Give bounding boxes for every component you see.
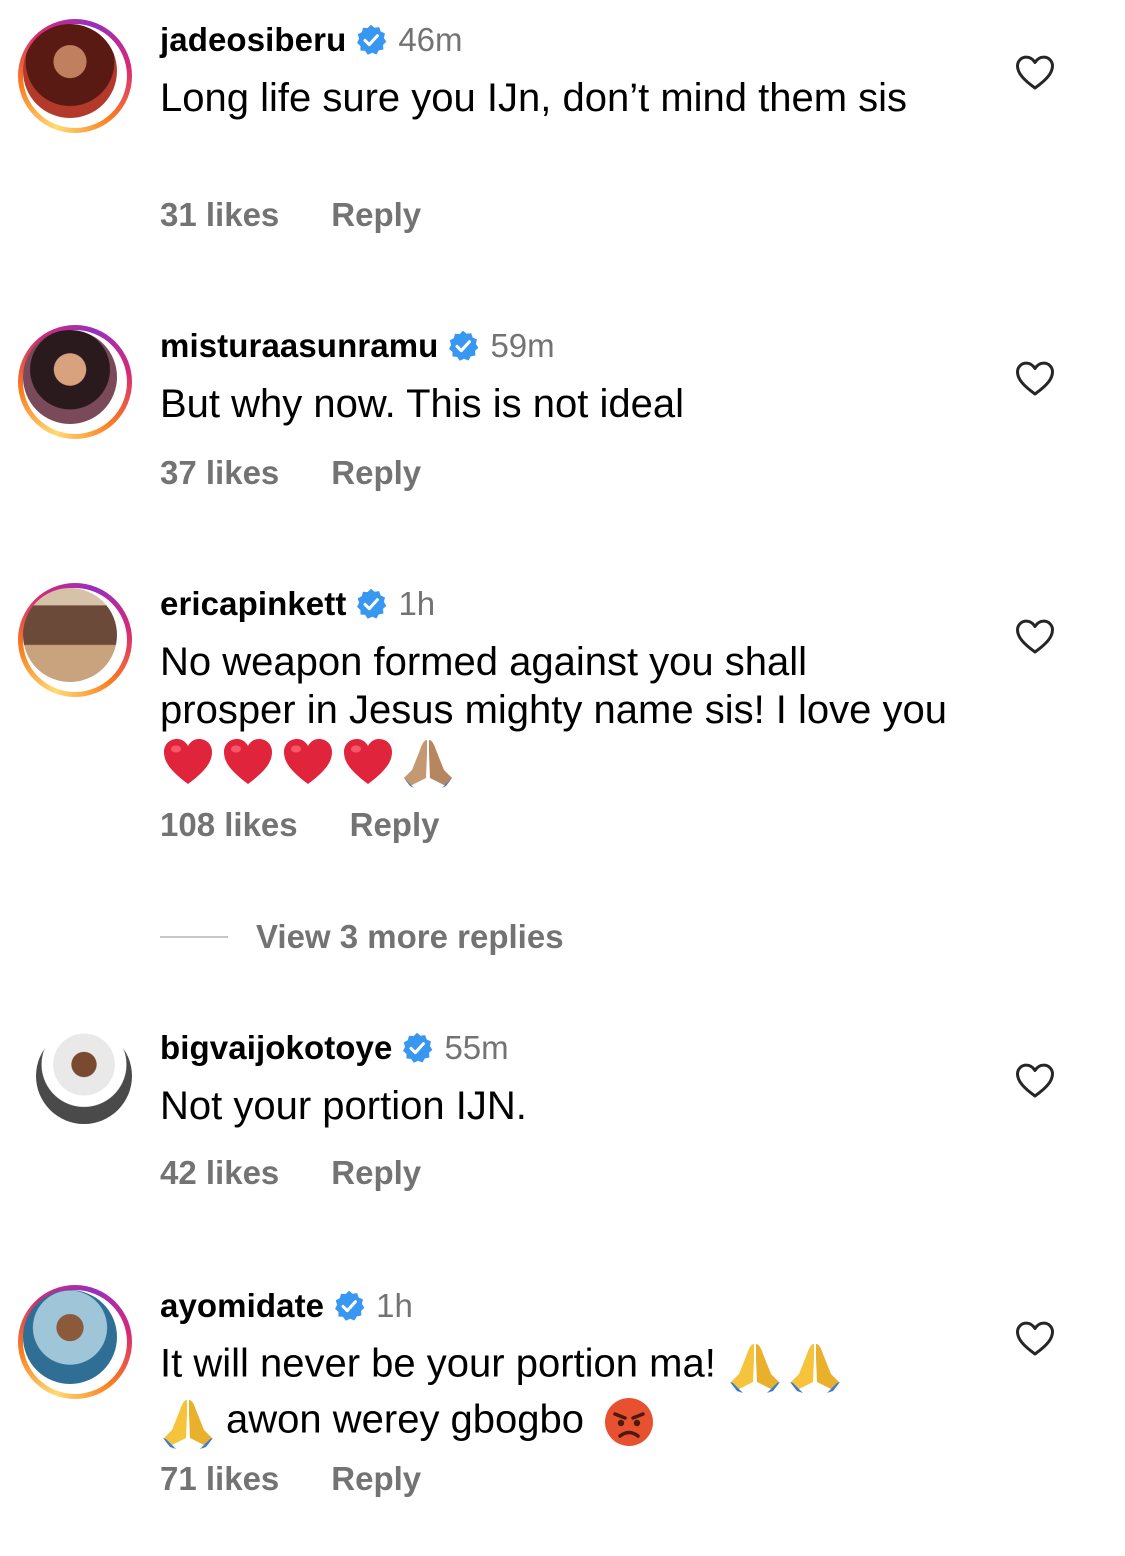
likes-count[interactable]: 31 likes	[160, 196, 279, 234]
verified-badge-icon	[332, 1289, 366, 1323]
likes-count[interactable]: 37 likes	[160, 454, 279, 492]
folded-hands-emoji	[787, 1338, 843, 1394]
folded-hands-emoji	[727, 1338, 783, 1394]
verified-badge-icon	[354, 23, 388, 57]
heart-icon[interactable]	[1015, 360, 1055, 398]
username[interactable]: ericapinkett	[160, 585, 346, 623]
timestamp: 59m	[490, 327, 555, 364]
timestamp: 55m	[444, 1029, 509, 1066]
comment-text: But why now. This is not ideal	[160, 382, 684, 426]
likes-count[interactable]: 71 likes	[160, 1460, 279, 1498]
reply-button[interactable]: Reply	[350, 806, 440, 844]
reply-button[interactable]: Reply	[331, 1460, 421, 1498]
folded-hands-emoji	[400, 734, 456, 790]
timestamp: 1h	[398, 585, 436, 622]
view-more-replies[interactable]: View 3 more replies	[160, 915, 564, 959]
likes-count[interactable]: 108 likes	[160, 806, 298, 844]
verified-badge-icon	[400, 1031, 434, 1065]
view-more-replies-label[interactable]: View 3 more replies	[256, 918, 564, 956]
timestamp: 46m	[398, 21, 463, 58]
username[interactable]: ayomidate	[160, 1287, 324, 1325]
comment-text: Long life sure you IJn, don’t mind them …	[160, 76, 908, 120]
avatar[interactable]	[18, 19, 132, 133]
reply-button[interactable]: Reply	[331, 454, 421, 492]
avatar[interactable]	[18, 583, 132, 697]
red-heart-emoji	[280, 734, 336, 790]
verified-badge-icon	[354, 587, 388, 621]
heart-icon[interactable]	[1015, 1062, 1055, 1100]
folded-hands-emoji	[160, 1394, 216, 1450]
avatar[interactable]	[18, 1024, 132, 1138]
heart-icon[interactable]	[1015, 1320, 1055, 1358]
username[interactable]: jadeosiberu	[160, 21, 346, 59]
divider	[160, 936, 228, 938]
reply-button[interactable]: Reply	[331, 1154, 421, 1192]
comment-text: Not your portion IJN.	[160, 1084, 527, 1128]
avatar[interactable]	[18, 1285, 132, 1399]
red-heart-emoji	[160, 734, 216, 790]
reply-button[interactable]: Reply	[331, 196, 421, 234]
red-heart-emoji	[340, 734, 396, 790]
verified-badge-icon	[446, 329, 480, 363]
avatar[interactable]	[18, 325, 132, 439]
angry-face-emoji	[601, 1394, 657, 1450]
likes-count[interactable]: 42 likes	[160, 1154, 279, 1192]
username[interactable]: misturaasunramu	[160, 327, 438, 365]
username[interactable]: bigvaijokotoye	[160, 1029, 392, 1067]
comment-text: No weapon formed against you shall prosp…	[160, 638, 950, 790]
heart-icon[interactable]	[1015, 618, 1055, 656]
comment-text: It will never be your portion ma! awon w…	[160, 1338, 950, 1450]
red-heart-emoji	[220, 734, 276, 790]
heart-icon[interactable]	[1015, 54, 1055, 92]
comment-text-line2: awon werey gbogbo	[226, 1397, 585, 1442]
comment-text-body: No weapon formed against you shall prosp…	[160, 640, 948, 732]
comment-text-line1: It will never be your portion ma!	[160, 1341, 716, 1386]
timestamp: 1h	[376, 1287, 413, 1324]
